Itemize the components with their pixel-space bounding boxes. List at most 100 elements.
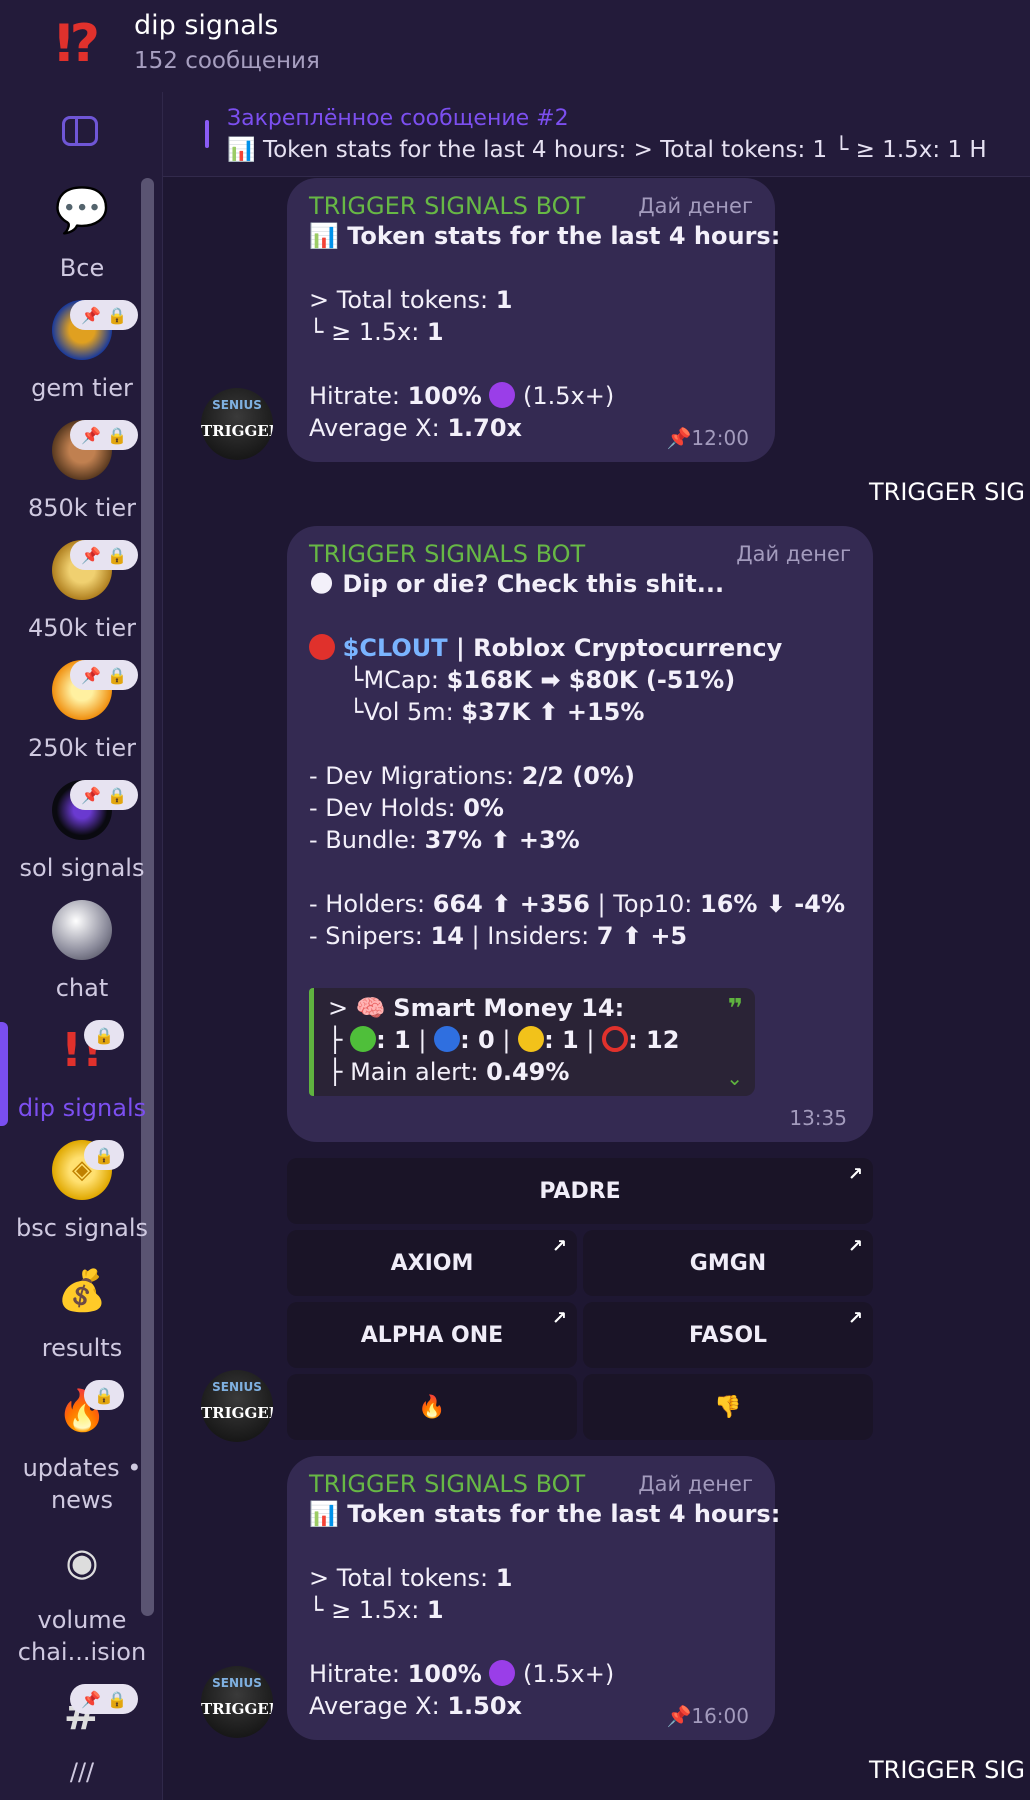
button-gmgn[interactable]: GMGN ↗ — [583, 1230, 873, 1296]
message-bubble[interactable]: TRIGGER SIGNALS BOT Дай денег 📊 Token st… — [287, 1456, 780, 1740]
pinned-text: 📊 Token stats for the last 4 hours: > To… — [227, 137, 987, 163]
blockquote[interactable]: ❞ > 🧠 Smart Money 14: ├ : 1 | : 0 | : 1 … — [309, 988, 755, 1096]
lock-icon: 🔒 — [94, 1145, 114, 1165]
lock-icon: 🔒 — [107, 785, 127, 805]
expand-chevron-icon[interactable]: ⌄ — [726, 1066, 743, 1090]
folder-label: 250k tier — [27, 734, 137, 762]
folder-250k-tier[interactable]: 📌 🔒 250k tier — [0, 660, 162, 780]
external-link-icon: ↗ — [847, 1164, 863, 1185]
folder-label: /// — [69, 1758, 95, 1786]
thumbs-down-icon: 👎 — [714, 1394, 742, 1420]
folder-sidebar: 💬 Все 📌 🔒 gem tier 📌 🔒 850k tier 📌 🔒 450k t… — [0, 92, 163, 1800]
exclamation-icon: !? — [52, 14, 100, 74]
disco-ball-icon — [52, 900, 112, 960]
folder-label: Все — [59, 254, 105, 282]
red-circle-icon — [309, 634, 335, 660]
bot-avatar[interactable]: SENIUS TRIGGER — [201, 1666, 273, 1738]
token-link[interactable]: $CLOUT — [343, 634, 448, 662]
folder-label: sol signals — [19, 854, 145, 882]
lock-badge: 🔒 — [84, 1380, 124, 1410]
purple-circle-icon — [489, 1660, 516, 1686]
message-bubble[interactable]: TRIGGER SIGNALS BOT Дай денег 🌑 Dip or d… — [287, 526, 873, 1142]
pinned-title: Закреплённое сообщение #2 — [227, 106, 569, 131]
folder-label: chat — [55, 974, 109, 1002]
bot-avatar[interactable]: SENIUS TRIGGER — [201, 1370, 273, 1442]
folder-dip-signals[interactable]: !! 🔒 dip signals — [0, 1020, 162, 1140]
message-bubble[interactable]: TRIGGER SIGNALS BOT Дай денег 📊 Token st… — [287, 178, 780, 462]
pin-lock-badge: 📌 🔒 — [70, 1684, 138, 1714]
eye-icon: ◉ — [65, 1540, 99, 1584]
button-axiom[interactable]: AXIOM ↗ — [287, 1230, 577, 1296]
lock-icon: 🔒 — [107, 1689, 127, 1709]
external-link-icon: ↗ — [551, 1236, 567, 1257]
folder-hashtag[interactable]: # 📌 🔒 /// — [0, 1684, 162, 1800]
folder-label: gem tier — [31, 374, 133, 402]
purple-circle-icon — [489, 382, 516, 408]
pin-icon: 📌 — [81, 1689, 101, 1709]
message-time: 📌16:00 — [666, 1704, 749, 1728]
external-link-icon: ↗ — [847, 1308, 863, 1329]
pin-icon: 📌 — [81, 545, 101, 565]
sender-role: Дай денег — [638, 1472, 753, 1496]
lock-icon: 🔒 — [107, 545, 127, 565]
chat-title: dip signals — [134, 10, 279, 41]
message-area[interactable]: Закреплённое сообщение #2 📊 Token stats … — [163, 92, 1030, 1800]
dark-moon-icon: 🌑 — [309, 570, 335, 598]
folder-label: results — [41, 1334, 123, 1362]
folder-bsc-signals[interactable]: ◈ 🔒 bsc signals — [0, 1140, 162, 1260]
yellow-circle-icon — [518, 1026, 545, 1052]
external-link-icon: ↗ — [551, 1308, 567, 1329]
folder-450k-tier[interactable]: 📌 🔒 450k tier — [0, 540, 162, 660]
sidebar-toggle-icon[interactable] — [62, 116, 98, 146]
money-bag-icon: 💰 — [57, 1267, 107, 1314]
button-fasol[interactable]: FASOL ↗ — [583, 1302, 873, 1368]
pin-lock-badge: 📌 🔒 — [70, 300, 138, 330]
pinned-indicator — [205, 120, 209, 148]
pin-lock-badge: 📌 🔒 — [70, 540, 138, 570]
folder-label: bsc signals — [15, 1214, 149, 1242]
folder-label: dip signals — [17, 1094, 147, 1122]
external-link-icon: ↗ — [847, 1236, 863, 1257]
sender-role: Дай денег — [736, 542, 851, 566]
folder-volume-chain[interactable]: ◉ volume chai...ision — [0, 1532, 162, 1682]
red-ring-icon — [602, 1026, 629, 1052]
folder-sol-signals[interactable]: 📌 🔒 sol signals — [0, 780, 162, 900]
pin-icon: 📌 — [81, 665, 101, 685]
folder-label: 450k tier — [27, 614, 137, 642]
pin-lock-badge: 📌 🔒 — [70, 660, 138, 690]
message-time: 📌12:00 — [666, 426, 749, 450]
brain-icon: 🧠 — [355, 994, 386, 1022]
button-fire-reaction[interactable]: 🔥 — [287, 1374, 577, 1440]
chat-header[interactable]: !? dip signals 152 сообщения — [0, 0, 1030, 93]
folder-label: updates • news — [22, 1454, 142, 1514]
message-time: 13:35 — [789, 1106, 847, 1130]
pin-icon: 📌 — [666, 426, 692, 450]
folder-updates-news[interactable]: 🔥 🔒 updates • news — [0, 1380, 162, 1530]
pin-icon: 📌 — [81, 425, 101, 445]
folder-results[interactable]: 💰 results — [0, 1260, 162, 1380]
folder-label: volume chai...ision — [17, 1606, 147, 1666]
pin-icon: 📌 — [81, 785, 101, 805]
green-circle-icon — [350, 1026, 377, 1052]
folder-chat[interactable]: chat — [0, 900, 162, 1020]
message-title: Dip or die? Check this shit... — [342, 570, 725, 598]
bot-avatar[interactable]: SENIUS TRIGGER — [201, 388, 273, 460]
folder-label: 850k tier — [27, 494, 137, 522]
lock-badge: 🔒 — [84, 1020, 124, 1050]
blue-circle-icon — [434, 1026, 461, 1052]
quote-icon: ❞ — [727, 994, 743, 1024]
pin-icon: 📌 — [666, 1704, 692, 1728]
lock-icon: 🔒 — [94, 1385, 114, 1405]
pin-lock-badge: 📌 🔒 — [70, 420, 138, 450]
folder-all[interactable]: 💬 Все — [0, 180, 162, 300]
pinned-message-bar[interactable]: Закреплённое сообщение #2 📊 Token stats … — [163, 92, 1030, 177]
button-padre[interactable]: PADRE ↗ — [287, 1158, 873, 1224]
button-alpha-one[interactable]: ALPHA ONE ↗ — [287, 1302, 577, 1368]
lock-badge: 🔒 — [84, 1140, 124, 1170]
folder-850k-tier[interactable]: 📌 🔒 850k tier — [0, 420, 162, 540]
folder-gem-tier[interactable]: 📌 🔒 gem tier — [0, 300, 162, 420]
forward-header: TRIGGER SIG — [869, 1756, 1025, 1784]
button-thumbs-down[interactable]: 👎 — [583, 1374, 873, 1440]
member-count: 152 сообщения — [134, 48, 320, 74]
fire-icon: 🔥 — [418, 1394, 446, 1420]
